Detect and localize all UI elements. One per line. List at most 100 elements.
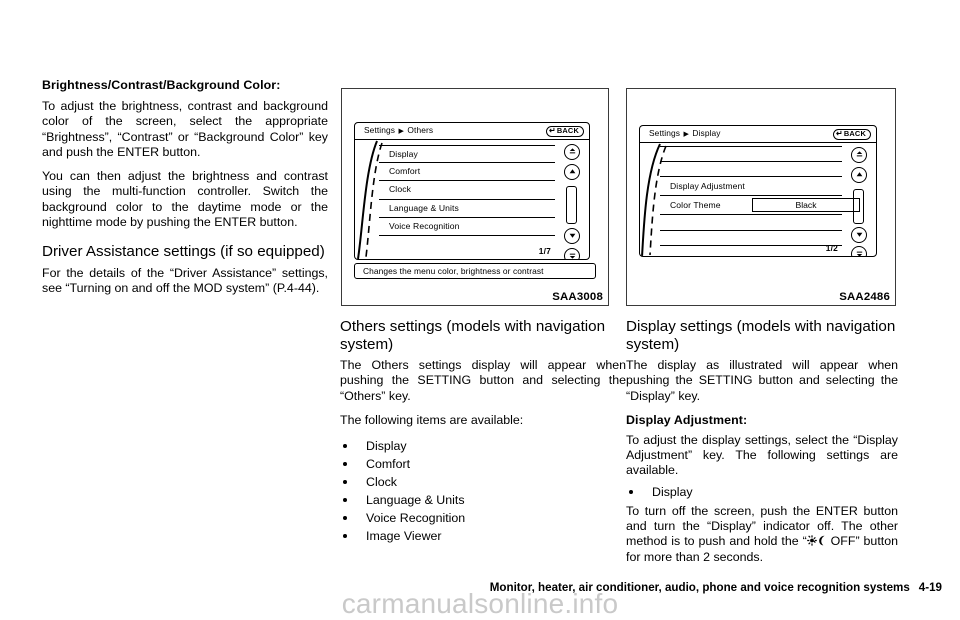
breadcrumb-leaf: Display (692, 128, 721, 138)
driver-assistance-heading: Driver Assistance settings (if so equipp… (42, 243, 325, 261)
scrollbar-thumb[interactable] (566, 186, 577, 224)
display-paragraph-3: To turn off the screen, push the ENTER b… (626, 504, 898, 565)
bullet-icon (343, 444, 347, 449)
menu-item-label: Color Theme (670, 200, 721, 210)
nav-titlebar: Settings ▶ Others ↵ BACK (355, 123, 589, 140)
display-paragraph-1: The display as illustrated will appear w… (626, 358, 898, 403)
menu-item-language-units[interactable]: Language & Units (379, 200, 555, 218)
menu-item-display-adjustment[interactable]: Display Adjustment (660, 177, 842, 196)
menu-item-blank-1[interactable] (660, 146, 842, 162)
others-paragraph-1: The Others settings display will appear … (340, 358, 626, 403)
breadcrumb-root: Settings (649, 128, 681, 138)
breadcrumb: Settings ▶ Others (364, 125, 433, 135)
menu-item-voice-recognition[interactable]: Voice Recognition (379, 218, 555, 236)
back-button-label: BACK (843, 129, 866, 138)
bullet-icon (629, 489, 633, 494)
bullet-icon (343, 480, 347, 485)
brightness-paragraph-2: You can then adjust the brightness and c… (42, 169, 328, 230)
sun-moon-icon (806, 535, 827, 546)
down-arrow-icon[interactable] (564, 228, 580, 244)
menu-item-display[interactable]: Display (379, 145, 555, 164)
bullet-icon (343, 534, 347, 539)
scroll-controls (560, 142, 586, 259)
figure-code: SAA3008 (552, 291, 603, 303)
left-column: Brightness/Contrast/Background Color: To… (42, 78, 328, 296)
list-item: Comfort (340, 455, 626, 473)
nav-screen-display: Settings ▶ Display ↵ BACK Display Adjust… (639, 125, 877, 257)
back-button[interactable]: ↵ BACK (545, 125, 584, 137)
bullet-icon (343, 498, 347, 503)
list-item-label: Clock (366, 475, 397, 490)
display-adjustment-heading: Display Adjustment: (626, 412, 748, 427)
list-item: Clock (340, 473, 626, 491)
right-column: Display settings (models with navigation… (626, 318, 898, 565)
watermark: carmanualsonline.info (341, 588, 619, 619)
list-item-label: Comfort (366, 457, 411, 472)
scroll-controls (847, 145, 873, 256)
double-up-arrow-icon[interactable] (851, 147, 867, 163)
figure-display-settings: Settings ▶ Display ↵ BACK Display Adjust… (626, 88, 896, 306)
menu-item-blank-4[interactable] (660, 231, 842, 246)
display-paragraph-2: To adjust the display settings, select t… (626, 432, 898, 478)
double-down-arrow-icon[interactable] (851, 246, 867, 256)
breadcrumb-arrow-icon: ▶ (398, 128, 404, 135)
list-item: Voice Recognition (340, 509, 626, 527)
up-arrow-icon[interactable] (564, 164, 580, 180)
figure-others-settings: Settings ▶ Others ↵ BACK Display Comfort… (341, 88, 609, 306)
color-theme-value[interactable]: Black (752, 198, 860, 212)
display-settings-heading: Display settings (models with navigation… (626, 318, 896, 353)
menu-list: Display Adjustment Color Theme Black (660, 146, 860, 252)
page-indicator: 1/7 (538, 246, 551, 256)
down-arrow-icon[interactable] (851, 227, 867, 243)
return-arrow-icon: ↵ (835, 129, 843, 138)
menu-list: Display Comfort Clock Language & Units V… (379, 145, 555, 255)
list-item-label: Language & Units (366, 493, 465, 508)
scrollbar-thumb[interactable] (853, 189, 864, 224)
nav-body: Display Comfort Clock Language & Units V… (355, 140, 589, 259)
display-bullet-label: Display (652, 484, 693, 499)
menu-item-label: Voice Recognition (389, 220, 460, 231)
double-up-arrow-icon[interactable] (564, 144, 580, 160)
up-arrow-icon[interactable] (851, 167, 867, 183)
manual-page: Brightness/Contrast/Background Color: To… (0, 0, 960, 619)
menu-item-clock[interactable]: Clock (379, 181, 555, 200)
brightness-paragraph-1: To adjust the brightness, contrast and b… (42, 99, 328, 159)
menu-item-label: Display Adjustment (670, 181, 745, 191)
back-button-label: BACK (556, 126, 579, 135)
menu-item-blank-3[interactable] (660, 215, 842, 231)
menu-item-label: Comfort (389, 166, 421, 177)
list-item-label: Image Viewer (366, 529, 442, 544)
bullet-icon (343, 516, 347, 521)
list-item-label: Voice Recognition (366, 511, 466, 526)
figure-code: SAA2486 (839, 291, 890, 303)
brightness-heading: Brightness/Contrast/Background Color: (42, 78, 281, 92)
others-paragraph-2: The following items are available: (340, 412, 524, 427)
display-bullet: Display (626, 483, 898, 501)
list-item: Image Viewer (340, 527, 626, 545)
others-items-list: Display Comfort Clock Language & Units V… (340, 437, 626, 545)
breadcrumb-arrow-icon: ▶ (683, 131, 689, 138)
breadcrumb-leaf: Others (407, 125, 434, 135)
nav-titlebar: Settings ▶ Display ↵ BACK (640, 126, 876, 143)
list-item: Language & Units (340, 491, 626, 509)
return-arrow-icon: ↵ (548, 126, 556, 135)
breadcrumb-root: Settings (364, 125, 396, 135)
driver-assistance-paragraph: For the details of the “Driver Assistanc… (42, 265, 328, 296)
page-indicator: 1/2 (825, 243, 838, 253)
double-down-arrow-icon[interactable] (564, 248, 580, 259)
bullet-icon (343, 462, 347, 467)
list-item-label: Display (366, 439, 407, 454)
breadcrumb: Settings ▶ Display (649, 128, 721, 138)
nav-body: Display Adjustment Color Theme Black 1/2 (640, 143, 876, 256)
others-settings-heading: Others settings (models with navigation … (340, 318, 606, 353)
nav-screen-others: Settings ▶ Others ↵ BACK Display Comfort… (354, 122, 590, 260)
menu-item-comfort[interactable]: Comfort (379, 163, 555, 182)
menu-item-blank-2[interactable] (660, 162, 842, 177)
menu-item-label: Display (389, 149, 418, 159)
menu-item-color-theme[interactable]: Color Theme Black (660, 196, 860, 215)
list-item: Display (340, 437, 626, 455)
back-button[interactable]: ↵ BACK (832, 128, 871, 140)
middle-column: Others settings (models with navigation … (340, 318, 626, 545)
menu-item-label: Language & Units (389, 202, 459, 213)
status-bar: Changes the menu color, brightness or co… (354, 263, 596, 279)
